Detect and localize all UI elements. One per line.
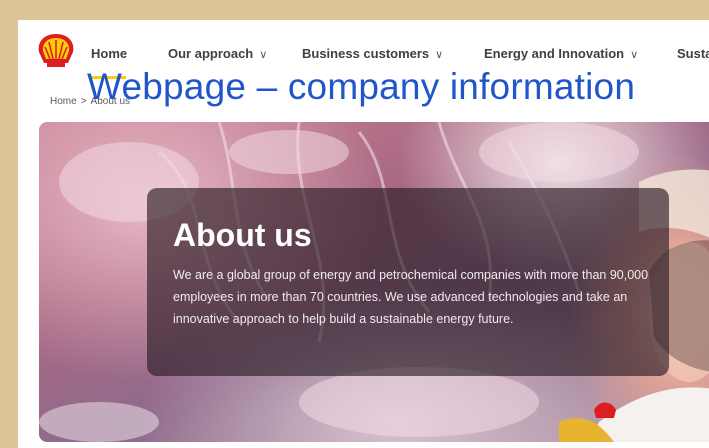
nav-item-label: Susta (677, 46, 709, 61)
nav-item-label: Business customers (302, 46, 430, 61)
chevron-down-icon: ∨ (435, 49, 444, 61)
overlay-caption: Webpage – company information (87, 66, 636, 107)
nav-item-label: Our approach (168, 46, 254, 61)
nav-item-label: Energy and Innovation (484, 46, 625, 61)
nav-item-sustainability[interactable]: Susta (677, 46, 709, 61)
nav-item-label: Home (91, 46, 128, 61)
nav-item-energy-and-innovation[interactable]: Energy and Innovation ∨ (484, 46, 638, 61)
page-title: About us (173, 217, 312, 253)
about-us-card: About us We are a global group of energy… (147, 188, 669, 376)
nav-item-our-approach[interactable]: Our approach ∨ (168, 46, 267, 61)
page: Home Our approach ∨ Business customers ∨ E… (18, 20, 709, 448)
breadcrumb-home-link[interactable]: Home (50, 96, 77, 107)
hero-banner: About us We are a global group of energy… (39, 122, 709, 442)
chevron-down-icon: ∨ (259, 49, 268, 61)
shell-logo-icon[interactable] (36, 32, 76, 70)
about-us-description: We are a global group of energy and petr… (173, 268, 649, 326)
breadcrumb-separator: > (80, 96, 87, 107)
nav-item-home[interactable]: Home (91, 46, 127, 61)
chevron-down-icon: ∨ (630, 49, 639, 61)
nav-item-business-customers[interactable]: Business customers ∨ (302, 46, 443, 61)
